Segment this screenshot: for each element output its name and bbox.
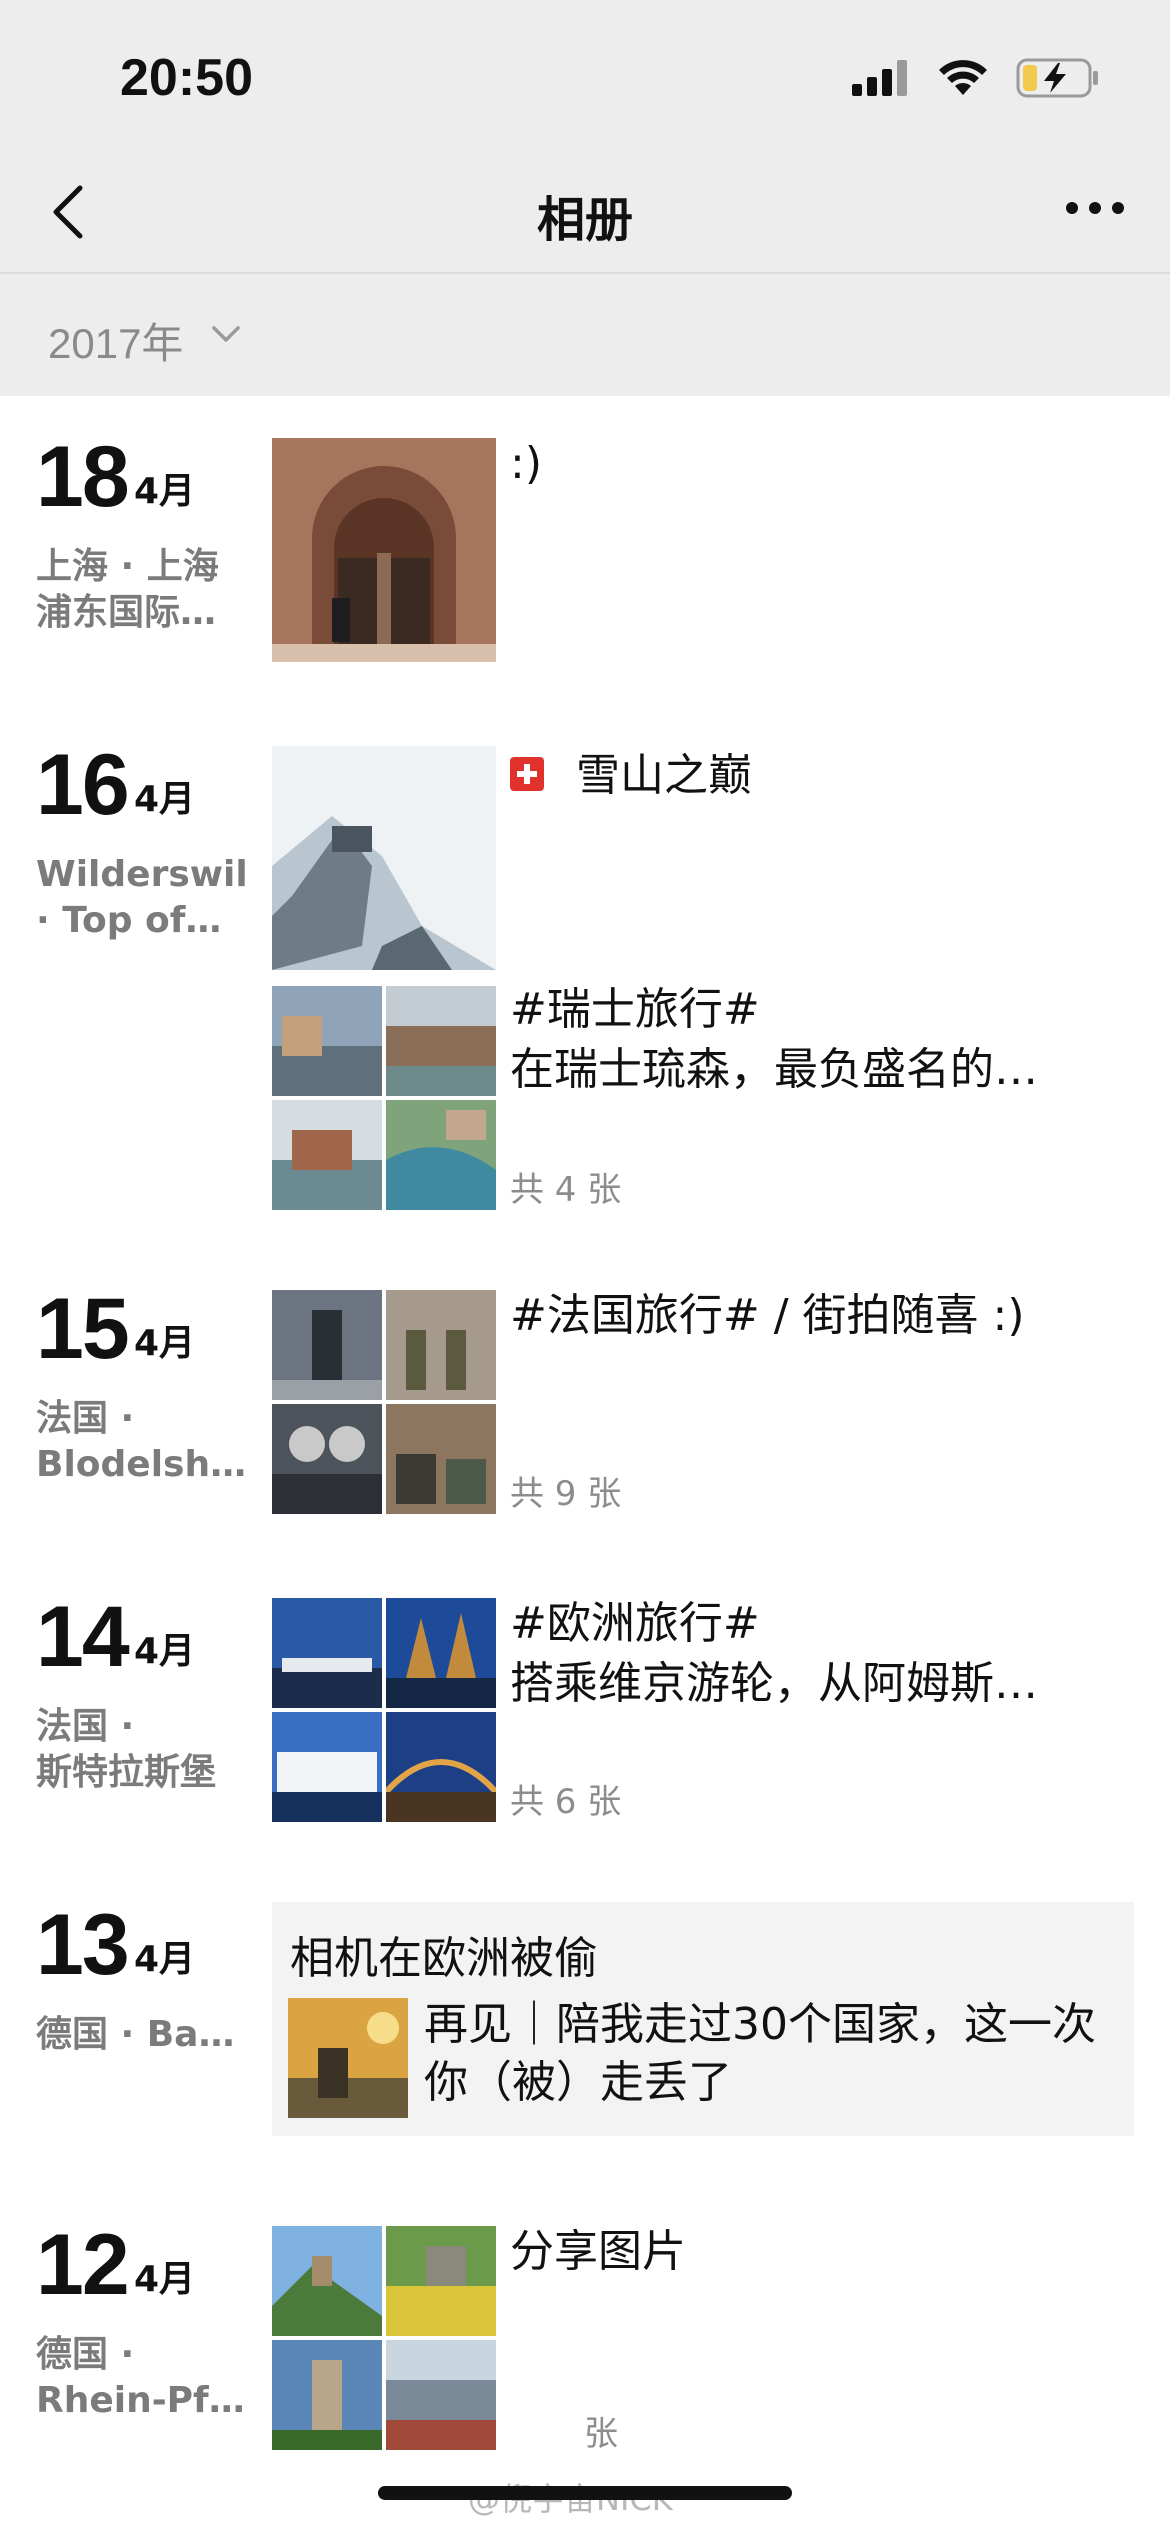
photo-thumbnail[interactable] bbox=[272, 2340, 382, 2450]
entry-day: 16 bbox=[36, 737, 130, 833]
timeline-entry: 14 4月 法国 · 斯特拉斯堡 #欧洲旅行# 搭乘维京游轮，从阿姆斯… 共 6… bbox=[0, 1594, 1170, 1824]
photo-thumbnail[interactable] bbox=[386, 2340, 496, 2450]
photo-thumbnail[interactable] bbox=[386, 986, 496, 1096]
photo-thumbnail[interactable] bbox=[386, 1598, 496, 1708]
entry-month: 4月 bbox=[134, 1939, 196, 1980]
photo-count: 共 6 张 bbox=[510, 1782, 622, 1822]
photo-grid[interactable] bbox=[272, 986, 496, 1210]
photo-thumbnail[interactable] bbox=[386, 2226, 496, 2336]
photo-count: 共 4 张 bbox=[510, 1170, 622, 1210]
entry-location: 法国 · Blodelsh… bbox=[36, 1398, 247, 1485]
photo-thumbnail[interactable] bbox=[272, 1598, 382, 1708]
entry-month: 4月 bbox=[134, 471, 196, 512]
status-time: 20:50 bbox=[120, 49, 253, 107]
timeline-entry: 13 4月 德国 · Ba… 相机在欧洲被偷 再见｜陪我走过30个国家，这一次你… bbox=[0, 1902, 1170, 2142]
photo-grid[interactable] bbox=[272, 1598, 496, 1822]
photo-thumbnail[interactable] bbox=[272, 1100, 382, 1210]
photo-thumbnail[interactable] bbox=[386, 1100, 496, 1210]
post-caption-line1: #欧洲旅行# bbox=[510, 1598, 760, 1649]
timeline-entry: 12 4月 德国 · Rhein-Pf… 分享图片 张 bbox=[0, 2217, 1170, 2454]
article-title: 再见｜陪我走过30个国家，这一次你（被）走丢了 bbox=[424, 1999, 1096, 2108]
timeline-entry: 16 4月 Wilderswil · Top of… 雪山之巅 #瑞士旅行# 在… bbox=[0, 742, 1170, 1212]
shared-article-card[interactable]: 相机在欧洲被偷 再见｜陪我走过30个国家，这一次你（被）走丢了 bbox=[272, 1902, 1134, 2136]
entry-month: 4月 bbox=[134, 1631, 196, 1672]
photo-thumbnail[interactable] bbox=[272, 986, 382, 1096]
article-headline: 相机在欧洲被偷 bbox=[290, 1933, 598, 1984]
entry-day: 12 bbox=[36, 2217, 130, 2313]
photo-grid[interactable] bbox=[272, 1290, 496, 1514]
post-caption: 雪山之巅 bbox=[510, 746, 1130, 806]
photo-thumbnail[interactable] bbox=[272, 1712, 382, 1822]
status-icons bbox=[852, 54, 1100, 102]
photo-thumbnail[interactable] bbox=[386, 1712, 496, 1822]
post-caption-line2: 搭乘维京游轮，从阿姆斯… bbox=[510, 1658, 1038, 1709]
entry-day: 14 bbox=[36, 1589, 130, 1685]
nav-bar: 相册 bbox=[0, 150, 1170, 274]
photo-thumbnail[interactable] bbox=[386, 1290, 496, 1400]
post-caption: #法国旅行# / 街拍随喜 :) bbox=[510, 1290, 1025, 1341]
photo-thumbnail[interactable] bbox=[272, 438, 496, 662]
entry-day: 18 bbox=[36, 429, 130, 525]
entry-month: 4月 bbox=[134, 2259, 196, 2300]
battery-charging-icon bbox=[1016, 58, 1098, 98]
cellular-signal-icon bbox=[852, 60, 907, 96]
chevron-down-icon bbox=[212, 326, 240, 342]
more-options-icon[interactable] bbox=[1060, 188, 1130, 228]
entry-day: 13 bbox=[36, 1897, 130, 1993]
home-indicator[interactable] bbox=[378, 2486, 792, 2500]
photo-grid[interactable] bbox=[272, 2226, 496, 2450]
year-filter[interactable]: 2017年 bbox=[0, 274, 1170, 396]
photo-thumbnail[interactable] bbox=[386, 1404, 496, 1514]
photo-count: 张 bbox=[584, 2414, 618, 2454]
status-bar: 20:50 bbox=[0, 0, 1170, 150]
entry-location: 法国 · 斯特拉斯堡 bbox=[36, 1706, 217, 1793]
entry-location: Wilderswil · Top of… bbox=[36, 854, 248, 941]
swiss-flag-icon bbox=[510, 757, 544, 791]
entry-location: 德国 · Rhein-Pf… bbox=[36, 2334, 245, 2421]
entry-location: 上海 · 上海 浦东国际… bbox=[36, 546, 219, 633]
article-thumbnail bbox=[288, 1998, 408, 2118]
entry-location: 德国 · Ba… bbox=[36, 2014, 235, 2055]
photo-thumbnail[interactable] bbox=[272, 746, 496, 970]
post-caption: 分享图片 bbox=[510, 2226, 686, 2277]
entry-month: 4月 bbox=[134, 1323, 196, 1364]
page-title: 相册 bbox=[536, 192, 633, 248]
post-caption-line2: 在瑞士琉森，最负盛名的… bbox=[510, 1044, 1038, 1095]
entry-month: 4月 bbox=[134, 779, 196, 820]
entry-day: 15 bbox=[36, 1281, 130, 1377]
wifi-icon bbox=[939, 60, 987, 95]
photo-count: 共 9 张 bbox=[510, 1474, 622, 1514]
year-label: 2017年 bbox=[48, 320, 184, 367]
timeline-entry: 15 4月 法国 · Blodelsh… #法国旅行# / 街拍随喜 :) 共 … bbox=[0, 1286, 1170, 1516]
post-caption: :) bbox=[510, 438, 542, 489]
timeline-entry: 18 4月 上海 · 上海 浦东国际… :) bbox=[0, 434, 1170, 664]
photo-thumbnail[interactable] bbox=[272, 2226, 382, 2336]
post-caption-line1: #瑞士旅行# bbox=[510, 984, 760, 1035]
photo-thumbnail[interactable] bbox=[272, 1404, 382, 1514]
photo-thumbnail[interactable] bbox=[272, 1290, 382, 1400]
